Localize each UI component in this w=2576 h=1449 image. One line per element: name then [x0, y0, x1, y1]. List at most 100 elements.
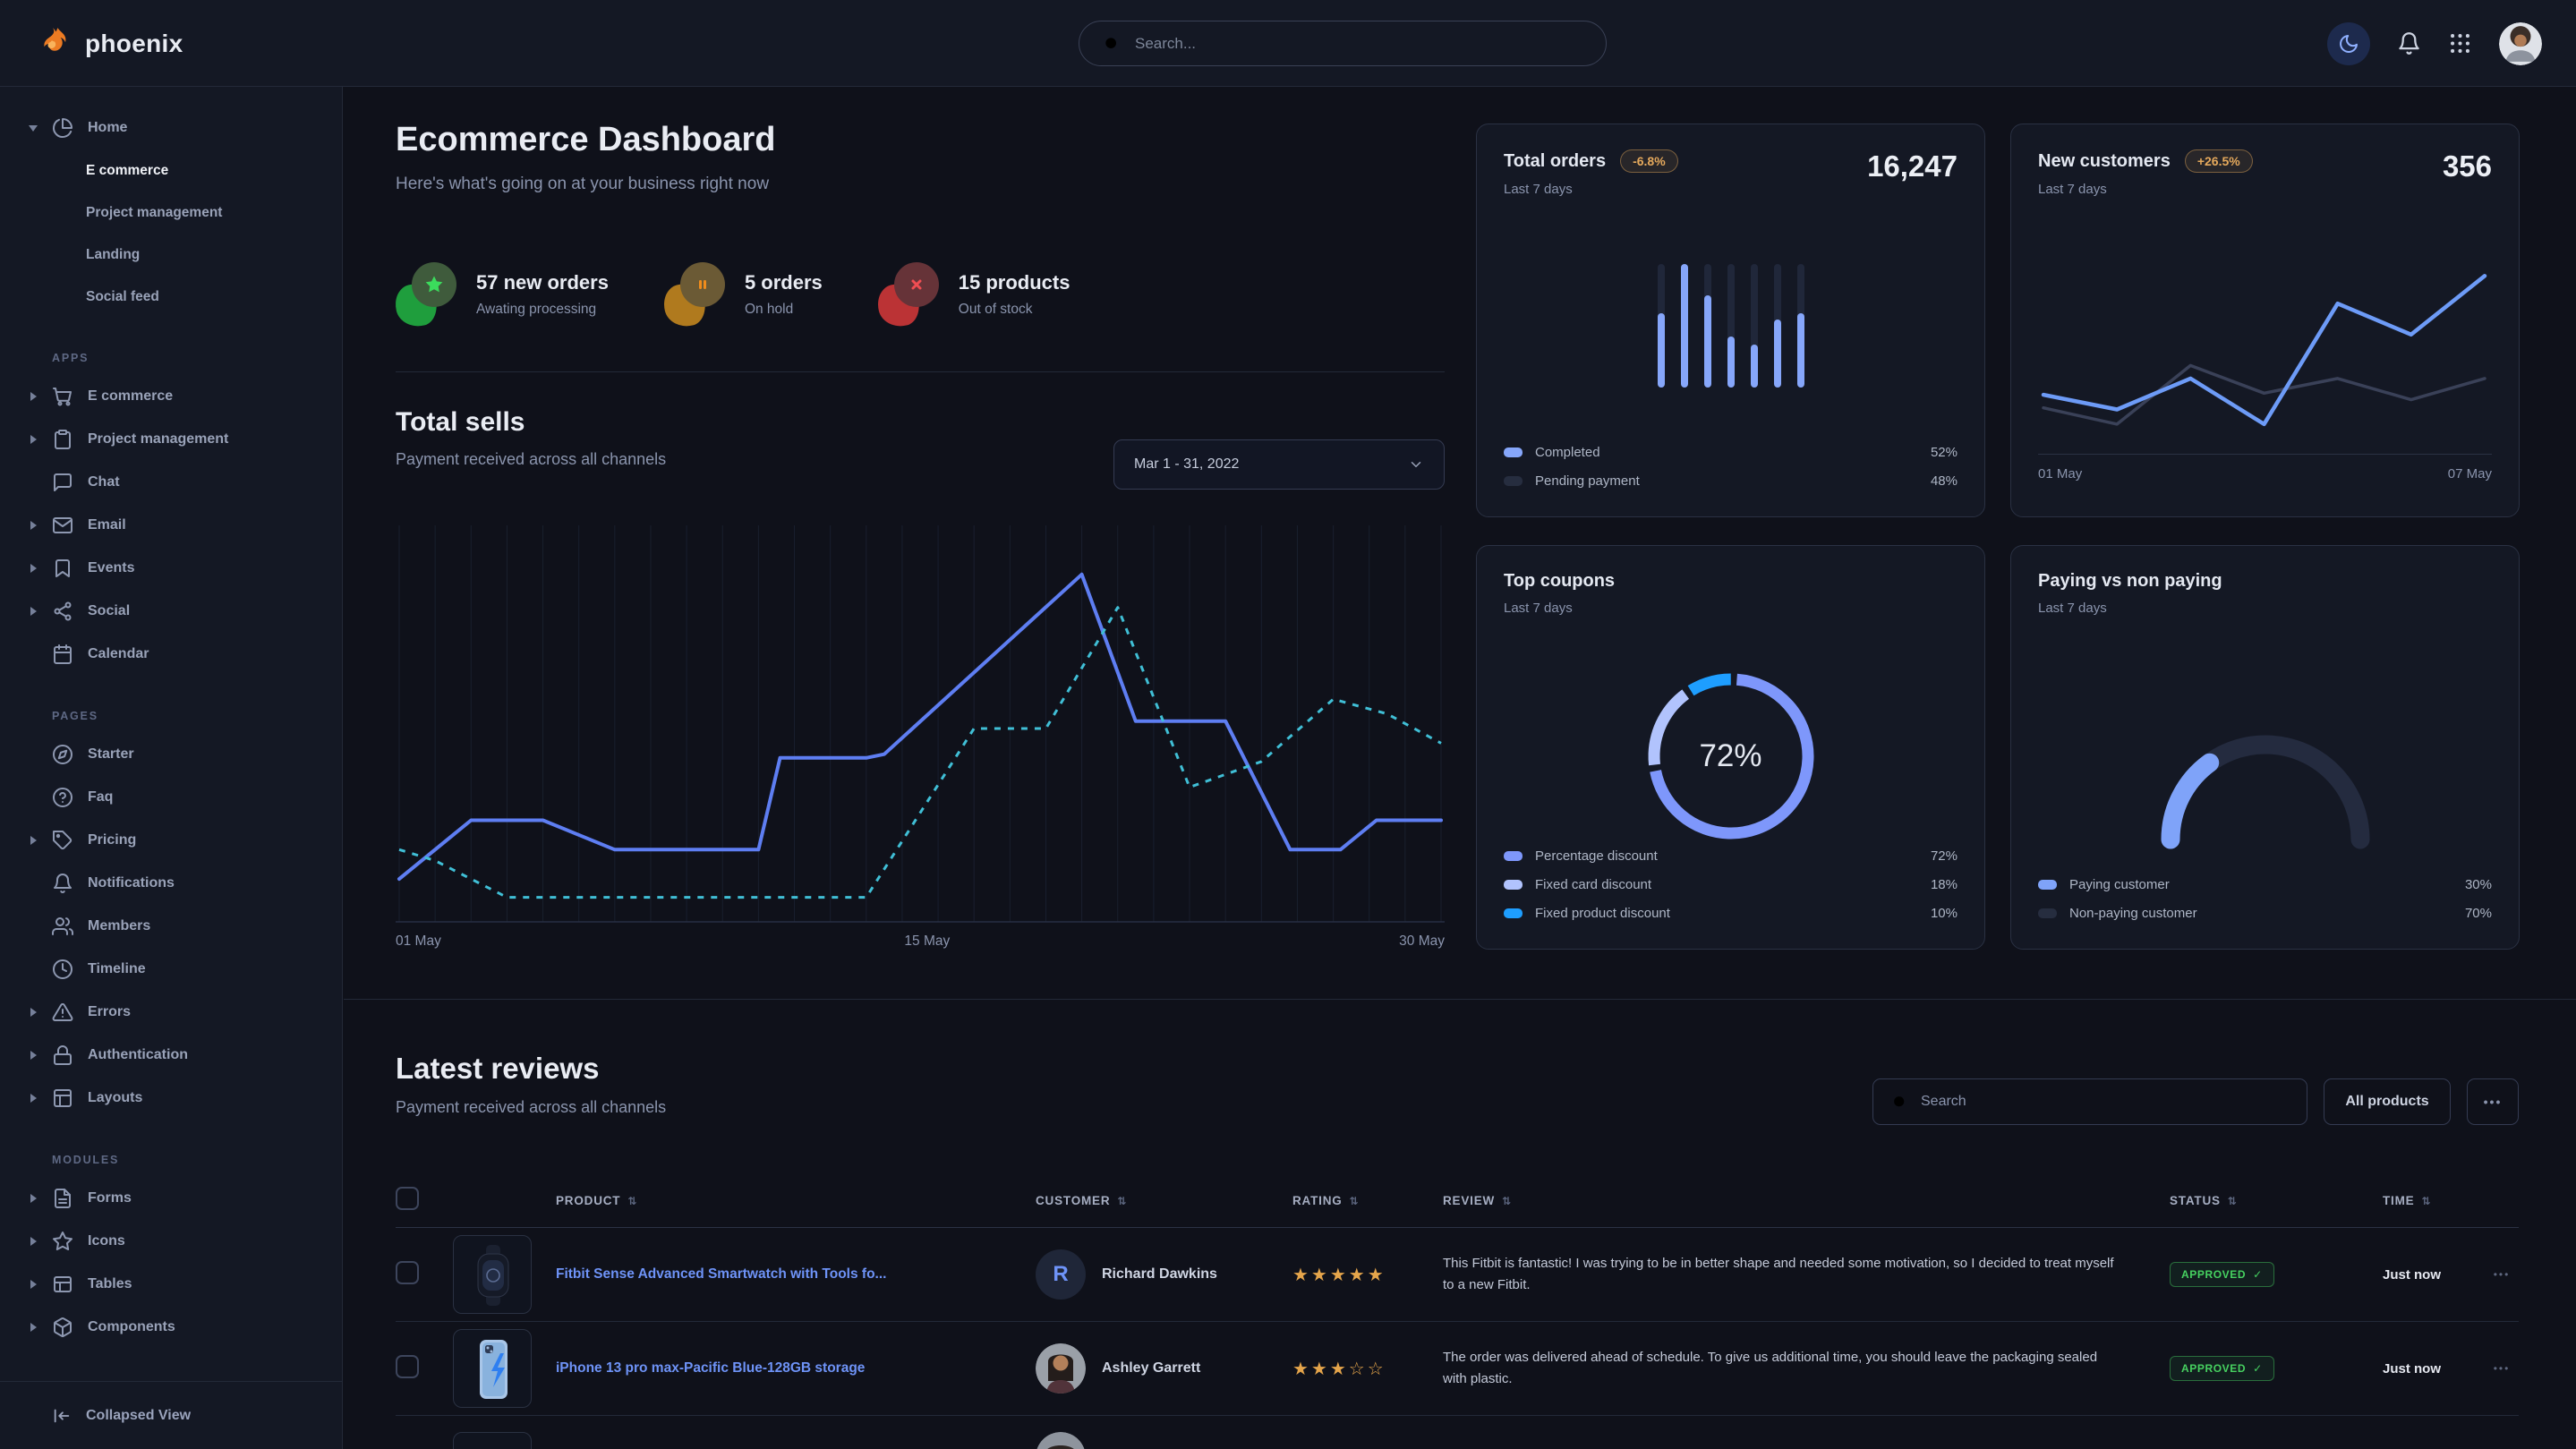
reviews-more-button[interactable]: •••: [2467, 1078, 2519, 1125]
status-badge: APPROVED✓: [2170, 1262, 2274, 1287]
sidebar-item-home-ecommerce[interactable]: E commerce: [0, 149, 342, 192]
mail-icon: [52, 515, 73, 536]
sidebar-item-notifications[interactable]: Notifications: [0, 862, 342, 905]
card-title: Total orders: [1504, 151, 1606, 172]
global-search-input[interactable]: [1135, 35, 1582, 53]
brand-name: phoenix: [85, 30, 183, 58]
kpi-cards: Total orders -6.8% Last 7 days 16,247 Co…: [1476, 124, 2520, 950]
column-header-product[interactable]: PRODUCT⇅: [556, 1194, 1036, 1207]
top-navbar: phoenix: [0, 0, 2576, 87]
grid-dots-icon: [2448, 31, 2472, 55]
sidebar-item-events[interactable]: Events: [0, 547, 342, 590]
sidebar-item-components[interactable]: Components: [0, 1306, 342, 1349]
chevron-down-icon: [1408, 456, 1424, 473]
sidebar-item-home-project-management[interactable]: Project management: [0, 192, 342, 234]
legend-swatch: [1504, 851, 1523, 861]
product-link[interactable]: iPhone 13 pro max-Pacific Blue-128GB sto…: [556, 1360, 1036, 1377]
date-range-select[interactable]: Mar 1 - 31, 2022: [1113, 439, 1445, 490]
sidebar-item-pricing[interactable]: Pricing: [0, 819, 342, 862]
legend-swatch: [2038, 908, 2057, 918]
total-sells-title: Total sells: [396, 407, 1445, 438]
table-row: Fitbit Sense Advanced Smartwatch with To…: [396, 1228, 2519, 1322]
sidebar-item-project-management-app[interactable]: Project management: [0, 418, 342, 461]
customer-name: Richard Dawkins: [1102, 1266, 1217, 1283]
row-actions-button[interactable]: •••: [2485, 1362, 2519, 1375]
review-text: This Fitbit is fantastic! I was trying t…: [1443, 1253, 2170, 1296]
sidebar-item-starter[interactable]: Starter: [0, 733, 342, 776]
sidebar-item-errors[interactable]: Errors: [0, 991, 342, 1034]
column-header-rating[interactable]: RATING⇅: [1292, 1194, 1443, 1207]
chevron-right-icon: [30, 1280, 37, 1289]
row-checkbox[interactable]: [396, 1261, 419, 1284]
sidebar-item-home-social-feed[interactable]: Social feed: [0, 276, 342, 318]
star-icon: [423, 274, 445, 295]
theme-toggle-button[interactable]: [2327, 22, 2370, 65]
brand-logo[interactable]: phoenix: [34, 0, 183, 87]
sidebar-item-home[interactable]: Home: [0, 107, 342, 149]
sidebar-item-social[interactable]: Social: [0, 590, 342, 633]
sidebar-item-ecommerce-app[interactable]: E commerce: [0, 375, 342, 418]
sidebar-item-forms[interactable]: Forms: [0, 1177, 342, 1220]
product-thumbnail-fitbit[interactable]: [453, 1235, 532, 1314]
product-link[interactable]: Fitbit Sense Advanced Smartwatch with To…: [556, 1266, 1036, 1283]
latest-reviews-title: Latest reviews: [396, 1052, 666, 1086]
page-title: Ecommerce Dashboard: [396, 121, 776, 159]
all-products-filter-button[interactable]: All products: [2324, 1078, 2451, 1125]
row-actions-button[interactable]: •••: [2485, 1268, 2519, 1281]
chevron-right-icon: [30, 435, 37, 444]
column-header-customer[interactable]: CUSTOMER⇅: [1036, 1194, 1292, 1207]
sidebar-item-icons[interactable]: Icons: [0, 1220, 342, 1263]
sort-icon: ⇅: [2421, 1195, 2431, 1207]
total-sells-x-axis: 01 May 15 May 30 May: [396, 933, 1445, 950]
card-top-coupons: Top coupons Last 7 days 72% Percentage d…: [1476, 545, 1985, 950]
sort-icon: ⇅: [1502, 1195, 1512, 1207]
chevron-right-icon: [30, 1008, 37, 1017]
x-axis-line: [2038, 454, 2492, 455]
select-all-checkbox[interactable]: [396, 1187, 419, 1210]
sort-icon: ⇅: [1117, 1195, 1127, 1207]
card-period: Last 7 days: [2038, 601, 2222, 616]
product-thumbnail-iphone[interactable]: [453, 1329, 532, 1408]
calendar-icon: [52, 644, 73, 665]
sidebar-item-faq[interactable]: Faq: [0, 776, 342, 819]
row-checkbox[interactable]: [396, 1355, 419, 1378]
sidebar-item-tables[interactable]: Tables: [0, 1263, 342, 1306]
notifications-button[interactable]: [2397, 31, 2421, 55]
apps-grid-button[interactable]: [2448, 31, 2472, 55]
reviews-search[interactable]: [1872, 1078, 2307, 1125]
sidebar-item-calendar[interactable]: Calendar: [0, 633, 342, 676]
chevron-right-icon: [30, 607, 37, 616]
column-header-status[interactable]: STATUS⇅: [2170, 1194, 2383, 1207]
star-icon: [52, 1231, 73, 1252]
chevron-right-icon: [30, 1194, 37, 1203]
legend-swatch: [1504, 476, 1523, 486]
sidebar-item-email[interactable]: Email: [0, 504, 342, 547]
users-icon: [52, 916, 73, 937]
paying-legend: Paying customer 30% Non-paying customer …: [2038, 870, 2492, 927]
card-title: Top coupons: [1504, 571, 1615, 592]
user-avatar[interactable]: [2499, 22, 2542, 65]
column-header-time[interactable]: TIME⇅: [2383, 1194, 2485, 1207]
box-icon: [52, 1317, 73, 1338]
review-text: The order was delivered ahead of schedul…: [1443, 1347, 2170, 1390]
sidebar-item-chat[interactable]: Chat: [0, 461, 342, 504]
customer-avatar: [1036, 1432, 1086, 1449]
product-thumbnail[interactable]: [453, 1432, 532, 1449]
column-header-review[interactable]: REVIEW⇅: [1443, 1194, 2170, 1207]
new-customers-x-axis: 01 May 07 May: [2038, 466, 2492, 482]
review-time: Just now: [2383, 1361, 2485, 1377]
sidebar-item-layouts[interactable]: Layouts: [0, 1077, 342, 1120]
sidebar-item-members[interactable]: Members: [0, 905, 342, 948]
stat-orders-on-hold: 5 orders On hold: [664, 262, 823, 327]
sidebar: Home E commerce Project management Landi…: [0, 87, 343, 1449]
rating-stars: ★★★☆☆: [1292, 1358, 1443, 1380]
collapsed-view-toggle[interactable]: Collapsed View: [0, 1381, 342, 1449]
x-icon: [906, 274, 927, 295]
sidebar-item-authentication[interactable]: Authentication: [0, 1034, 342, 1077]
sidebar-item-home-landing[interactable]: Landing: [0, 234, 342, 276]
global-search[interactable]: [1079, 21, 1607, 66]
sidebar-item-timeline[interactable]: Timeline: [0, 948, 342, 991]
chevron-down-icon: [29, 125, 38, 132]
on-hold-icon: [664, 262, 725, 327]
reviews-search-input[interactable]: [1921, 1094, 2289, 1110]
